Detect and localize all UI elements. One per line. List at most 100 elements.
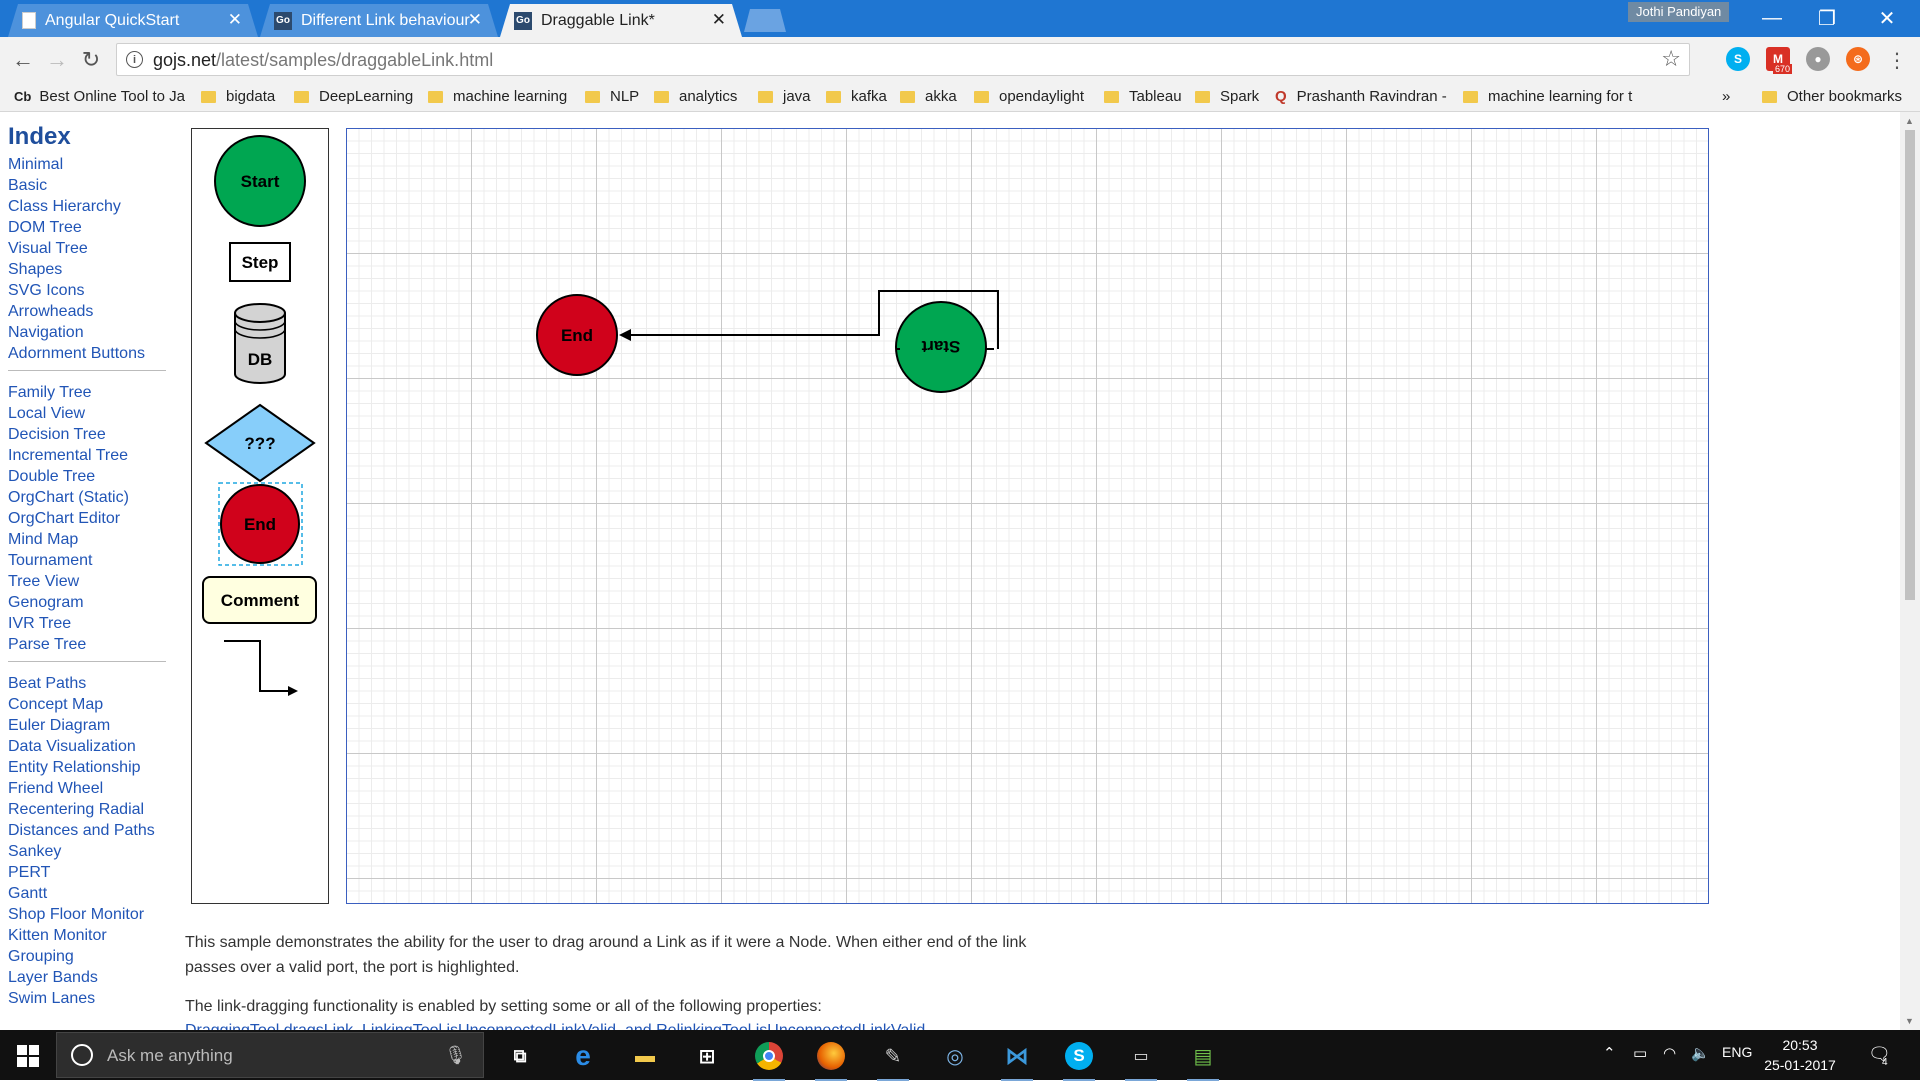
sidebar-link-swim-lanes[interactable]: Swim Lanes — [8, 990, 95, 1008]
close-icon[interactable]: ✕ — [712, 10, 726, 30]
sidebar-link-recentering-radial[interactable]: Recentering Radial — [8, 801, 144, 819]
sidebar-link-kitten-monitor[interactable]: Kitten Monitor — [8, 927, 107, 945]
battery-icon[interactable]: ▭ — [1633, 1044, 1647, 1062]
sidebar-link-shop-floor-monitor[interactable]: Shop Floor Monitor — [8, 906, 144, 924]
safari-icon[interactable]: ◎ — [935, 1036, 975, 1076]
sidebar-link-entity-relationship[interactable]: Entity Relationship — [8, 759, 141, 777]
close-icon[interactable]: ✕ — [228, 10, 242, 30]
palette-comment-node[interactable]: Comment — [202, 576, 317, 624]
sidebar-link-layer-bands[interactable]: Layer Bands — [8, 969, 98, 987]
skype-icon[interactable]: S — [1059, 1036, 1099, 1081]
sidebar-link-arrowheads[interactable]: Arrowheads — [8, 303, 93, 321]
bookmark-folder[interactable]: machine learning — [428, 88, 567, 105]
sidebar-link-double-tree[interactable]: Double Tree — [8, 468, 95, 486]
task-view-icon[interactable]: ⧉ — [500, 1036, 540, 1076]
close-icon[interactable]: ✕ — [468, 10, 482, 30]
restore-icon[interactable]: ❐ — [1800, 0, 1854, 36]
skype-extension-icon[interactable]: S — [1726, 47, 1750, 71]
sidebar-link-svg-icons[interactable]: SVG Icons — [8, 282, 84, 300]
store-icon[interactable]: ⊞ — [687, 1036, 727, 1076]
sidebar-link-euler-diagram[interactable]: Euler Diagram — [8, 717, 110, 735]
bookmark-folder[interactable]: analytics — [654, 88, 737, 105]
scroll-thumb[interactable] — [1905, 130, 1915, 600]
sidebar-link-basic[interactable]: Basic — [8, 177, 47, 195]
diagram-svg[interactable]: End Start — [347, 129, 1710, 905]
volume-icon[interactable]: 🔈 — [1691, 1044, 1710, 1062]
diagram-start-node[interactable]: Start — [895, 301, 987, 393]
extension-icon[interactable]: ● — [1806, 47, 1830, 71]
vscode-icon[interactable]: ⋈ — [997, 1036, 1037, 1081]
bookmark-folder[interactable]: Tableau — [1104, 88, 1182, 105]
menu-kebab-icon[interactable]: ⋮ — [1882, 45, 1912, 75]
sidebar-link-family-tree[interactable]: Family Tree — [8, 384, 92, 402]
microphone-icon[interactable]: 🎙 — [444, 1045, 467, 1066]
palette-step-node[interactable]: Step — [229, 242, 291, 282]
bookmark-folder[interactable]: opendaylight — [974, 88, 1084, 105]
sidebar-link-genogram[interactable]: Genogram — [8, 594, 84, 612]
palette-canvas[interactable]: Start Step DB ??? End Comment — [192, 129, 330, 905]
file-explorer-icon[interactable]: ▬ — [625, 1036, 665, 1076]
sidebar-link-tournament[interactable]: Tournament — [8, 552, 93, 570]
bookmark-folder[interactable]: java — [758, 88, 811, 105]
sidebar-link-decision-tree[interactable]: Decision Tree — [8, 426, 106, 444]
reload-icon[interactable]: ↻ — [76, 45, 106, 75]
cortana-search-box[interactable]: Ask me anything 🎙 — [56, 1032, 484, 1078]
sidebar-link-tree-view[interactable]: Tree View — [8, 573, 79, 591]
forward-icon[interactable]: → — [42, 45, 72, 75]
tab-different-link-behaviour[interactable]: Go Different Link behaviour ✕ — [260, 4, 498, 37]
wifi-icon[interactable]: ◠ — [1663, 1044, 1676, 1062]
windows-start-icon[interactable] — [17, 1045, 39, 1067]
sidebar-link-class-hierarchy[interactable]: Class Hierarchy — [8, 198, 121, 216]
bookmark-star-icon[interactable]: ☆ — [1661, 46, 1681, 72]
diagram-end-node[interactable]: End — [536, 294, 618, 376]
sidebar-link-orgchart-editor[interactable]: OrgChart Editor — [8, 510, 120, 528]
back-icon[interactable]: ← — [8, 45, 38, 75]
address-bar[interactable]: i gojs.net/latest/samples/draggableLink.… — [116, 43, 1690, 76]
sidebar-link-shapes[interactable]: Shapes — [8, 261, 62, 279]
sidebar-link-concept-map[interactable]: Concept Map — [8, 696, 103, 714]
scroll-up-icon[interactable]: ▲ — [1905, 116, 1914, 126]
properties-links[interactable]: DraggingTool.dragsLink, LinkingTool.isUn… — [185, 1022, 930, 1030]
bookmark-folder[interactable]: machine learning for t — [1463, 88, 1632, 105]
sidebar-link-ivr-tree[interactable]: IVR Tree — [8, 615, 71, 633]
sidebar-link-sankey[interactable]: Sankey — [8, 843, 61, 861]
sidebar-link-data-visualization[interactable]: Data Visualization — [8, 738, 136, 756]
sidebar-link-dom-tree[interactable]: DOM Tree — [8, 219, 82, 237]
palette-link[interactable] — [224, 640, 298, 696]
tab-draggable-link[interactable]: Go Draggable Link* ✕ — [500, 4, 742, 37]
bookmark-item[interactable]: Q Prashanth Ravindran - — [1275, 88, 1447, 105]
tab-angular-quickstart[interactable]: Angular QuickStart ✕ — [8, 4, 258, 37]
palette-start-node[interactable]: Start — [214, 135, 306, 227]
tray-chevron-icon[interactable]: ⌃ — [1603, 1044, 1616, 1062]
bookmark-folder[interactable]: akka — [900, 88, 957, 105]
sidebar-link-adornment-buttons[interactable]: Adornment Buttons — [8, 345, 145, 363]
sidebar-link-visual-tree[interactable]: Visual Tree — [8, 240, 88, 258]
new-tab-button[interactable] — [744, 9, 786, 32]
palette-db-node[interactable]: DB — [234, 303, 286, 384]
sidebar-link-beat-paths[interactable]: Beat Paths — [8, 675, 86, 693]
scroll-down-icon[interactable]: ▼ — [1905, 1016, 1914, 1026]
chart-app-icon[interactable]: ▤ — [1183, 1036, 1223, 1081]
other-bookmarks[interactable]: Other bookmarks — [1762, 88, 1902, 105]
chrome-icon[interactable] — [749, 1036, 789, 1081]
palette-decision-node[interactable]: ??? — [204, 403, 316, 483]
sidebar-link-mind-map[interactable]: Mind Map — [8, 531, 78, 549]
sidebar-link-incremental-tree[interactable]: Incremental Tree — [8, 447, 128, 465]
sidebar-link-minimal[interactable]: Minimal — [8, 156, 63, 174]
bookmarks-overflow-button[interactable]: » — [1722, 88, 1730, 105]
sidebar-link-grouping[interactable]: Grouping — [8, 948, 74, 966]
url-text[interactable]: gojs.net/latest/samples/draggableLink.ht… — [153, 50, 493, 71]
sidebar-link-distances-and-paths[interactable]: Distances and Paths — [8, 822, 155, 840]
firefox-icon[interactable] — [811, 1036, 851, 1081]
palette-end-node[interactable]: End — [218, 482, 303, 566]
system-clock[interactable]: 20:53 25-01-2017 — [1760, 1035, 1840, 1075]
diagram-canvas[interactable]: End Start — [346, 128, 1709, 904]
close-window-icon[interactable]: ✕ — [1860, 0, 1914, 36]
sidebar-link-orgchart-static[interactable]: OrgChart (Static) — [8, 489, 129, 507]
terminal-icon[interactable]: ▭ — [1121, 1036, 1161, 1081]
bookmark-folder[interactable]: Spark — [1195, 88, 1259, 105]
sidebar-link-friend-wheel[interactable]: Friend Wheel — [8, 780, 103, 798]
sidebar-link-local-view[interactable]: Local View — [8, 405, 85, 423]
bookmark-folder[interactable]: DeepLearning — [294, 88, 413, 105]
page-scrollbar[interactable]: ▲ ▼ — [1900, 112, 1920, 1030]
